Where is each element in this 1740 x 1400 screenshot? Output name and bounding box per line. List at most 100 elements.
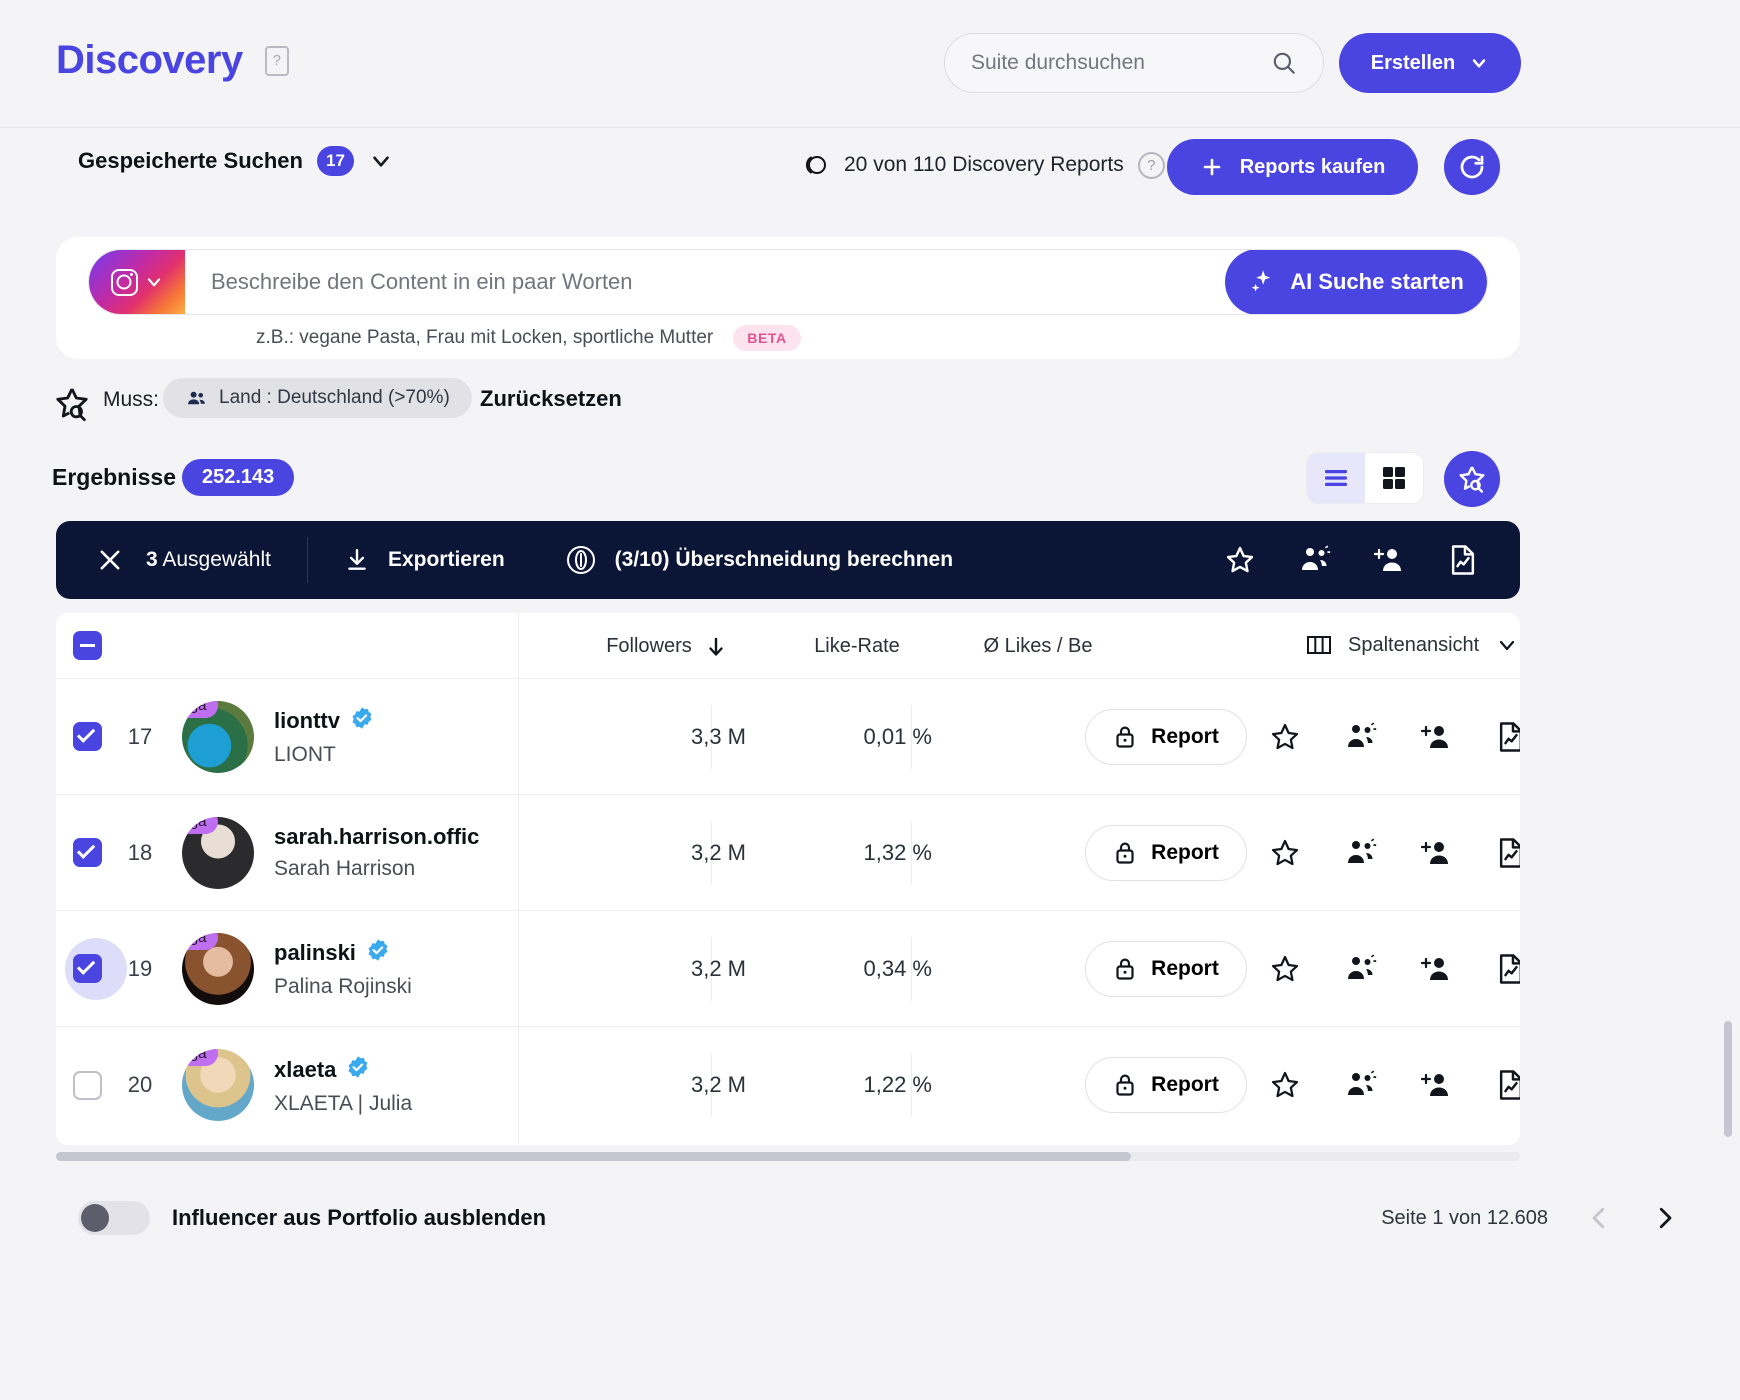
create-button[interactable]: Erstellen — [1339, 33, 1521, 93]
refresh-button[interactable] — [1444, 139, 1500, 195]
row-profile[interactable]: Mega xlaeta XLAETA | Julia — [162, 1049, 498, 1121]
column-header-like-rate[interactable]: Like-Rate — [782, 635, 932, 658]
calculate-overlap-button[interactable]: (3/10) Überschneidung berechnen — [565, 544, 953, 576]
help-icon[interactable]: ? — [1137, 151, 1165, 179]
filter-chip-country[interactable]: Land : Deutschland (>70%) — [163, 378, 472, 418]
hide-portfolio-toggle[interactable] — [78, 1201, 150, 1235]
suite-search[interactable] — [944, 33, 1324, 93]
divider — [518, 1027, 519, 1143]
row-profile[interactable]: Mega lionttv LIONT — [162, 700, 498, 773]
column-header-avg-likes[interactable]: Ø Likes / Be — [958, 635, 1118, 658]
reset-filters-button[interactable]: Zurücksetzen — [480, 386, 622, 412]
star-icon[interactable] — [1269, 721, 1301, 753]
saved-searches-toggle[interactable]: Gespeicherte Suchen 17 — [78, 146, 394, 176]
row-report-button[interactable]: Report — [1085, 708, 1247, 765]
list-view-icon[interactable] — [1307, 453, 1365, 503]
audience-icon[interactable] — [1344, 721, 1378, 753]
add-user-icon[interactable] — [1421, 1069, 1453, 1101]
filter-chip-label: Land : Deutschland (>70%) — [219, 387, 450, 408]
next-page-button[interactable] — [1650, 1203, 1680, 1233]
row-checkbox[interactable] — [72, 722, 102, 751]
add-user-icon[interactable] — [1421, 721, 1453, 753]
star-icon[interactable] — [1224, 544, 1256, 576]
select-all-checkbox[interactable] — [72, 631, 102, 660]
row-checkbox[interactable] — [72, 838, 102, 867]
prev-page-button[interactable] — [1584, 1203, 1614, 1233]
row-select-cell — [56, 722, 118, 751]
star-icon[interactable] — [1269, 953, 1301, 985]
horizontal-scrollbar[interactable] — [56, 1152, 1520, 1161]
saved-searches-label: Gespeicherte Suchen — [78, 148, 303, 173]
row-handle: xlaeta — [274, 1056, 337, 1082]
overlap-icon — [565, 544, 597, 576]
tier-badge: Mega — [182, 932, 218, 950]
save-search-button[interactable] — [1444, 451, 1500, 507]
row-report-button[interactable]: Report — [1085, 940, 1247, 997]
results-count: 252.143 — [182, 459, 295, 496]
row-report-button[interactable]: Report — [1085, 1057, 1247, 1113]
create-button-label: Erstellen — [1370, 51, 1456, 74]
column-header-followers[interactable]: Followers — [586, 635, 746, 658]
table-header-row: Followers Like-Rate Ø Likes / Be Spalten… — [56, 613, 1520, 679]
row-handle: lionttv — [274, 708, 340, 733]
row-checkbox[interactable] — [72, 954, 102, 983]
audience-icon[interactable] — [1344, 1069, 1378, 1101]
avatar: Mega — [182, 1049, 254, 1121]
row-profile[interactable]: Mega sarah.harrison.offic Sarah Harrison — [162, 816, 498, 889]
export-label: Exportieren — [387, 548, 505, 571]
report-file-icon[interactable] — [1496, 837, 1520, 869]
report-file-icon[interactable] — [1496, 1069, 1520, 1101]
add-user-icon[interactable] — [1421, 837, 1453, 869]
row-handle-wrap: sarah.harrison.offic — [274, 824, 479, 850]
search-input[interactable] — [971, 51, 1271, 75]
table-row[interactable]: 18 Mega sarah.harrison.offic Sarah Harrison… — [56, 795, 1520, 911]
row-checkbox[interactable] — [72, 1070, 102, 1100]
divider — [518, 795, 519, 911]
row-handle: sarah.harrison.offic — [274, 824, 480, 849]
table-row[interactable]: 20 Mega xlaeta XLAETA | Julia 3,2 M 1,22 % Rep… — [56, 1027, 1520, 1143]
star-icon[interactable] — [1269, 1069, 1301, 1101]
saved-search-star-icon[interactable] — [52, 384, 92, 424]
row-handle-wrap: palinski — [274, 938, 412, 968]
buy-reports-button[interactable]: Reports kaufen — [1167, 139, 1418, 195]
lock-icon — [1113, 840, 1137, 866]
export-button[interactable]: Exportieren — [344, 547, 505, 573]
vertical-scrollbar[interactable] — [1724, 1021, 1732, 1137]
sort-desc-arrow-icon — [706, 636, 726, 658]
row-profile[interactable]: Mega palinski Palina Rojinski — [162, 932, 498, 1005]
audience-icon[interactable] — [1298, 544, 1332, 576]
search-icon[interactable] — [1271, 50, 1297, 76]
plus-icon — [1200, 155, 1224, 179]
add-user-icon[interactable] — [1374, 544, 1406, 576]
people-icon — [185, 387, 208, 410]
ai-search-input[interactable] — [185, 269, 1225, 295]
chevron-down-icon — [1495, 633, 1519, 657]
platform-selector[interactable] — [89, 250, 185, 314]
grid-view-icon[interactable] — [1365, 453, 1423, 503]
ai-search-hint-text: z.B.: vegane Pasta, Frau mit Locken, spo… — [256, 327, 714, 348]
table-row[interactable]: 19 Mega palinski Palina Rojinski 3,2 M 0,34 %… — [56, 911, 1520, 1027]
ai-search-start-button[interactable]: AI Suche starten — [1225, 250, 1487, 314]
hide-portfolio-label: Influencer aus Portfolio ausblenden — [172, 1205, 547, 1230]
tier-badge: Mega — [182, 700, 218, 718]
sparkle-icon — [1248, 268, 1276, 296]
selection-action-bar: 3 Ausgewählt Exportieren (3/10) Überschn… — [56, 521, 1520, 599]
report-file-icon[interactable] — [1496, 953, 1520, 985]
add-user-icon[interactable] — [1421, 953, 1453, 985]
audience-icon[interactable] — [1344, 953, 1378, 985]
chevron-down-icon[interactable] — [368, 148, 394, 174]
audience-icon[interactable] — [1344, 837, 1378, 869]
row-handle-wrap: lionttv — [274, 706, 374, 736]
row-followers: 3,2 M — [690, 1072, 746, 1097]
column-view-selector[interactable]: Spaltenansicht — [1306, 633, 1519, 657]
top-header: Discovery ? Erstellen — [0, 0, 1740, 128]
table-row[interactable]: 17 Mega lionttv LIONT 3,3 M 0,01 % Report — [56, 679, 1520, 795]
report-file-icon[interactable] — [1496, 721, 1520, 753]
lock-icon — [1113, 956, 1137, 982]
selected-label: Ausgewählt — [162, 548, 271, 571]
row-report-button[interactable]: Report — [1085, 824, 1247, 881]
close-icon[interactable] — [96, 546, 124, 574]
report-file-icon[interactable] — [1448, 544, 1478, 576]
star-icon[interactable] — [1269, 837, 1301, 869]
guide-book-icon[interactable]: ? — [264, 45, 289, 76]
